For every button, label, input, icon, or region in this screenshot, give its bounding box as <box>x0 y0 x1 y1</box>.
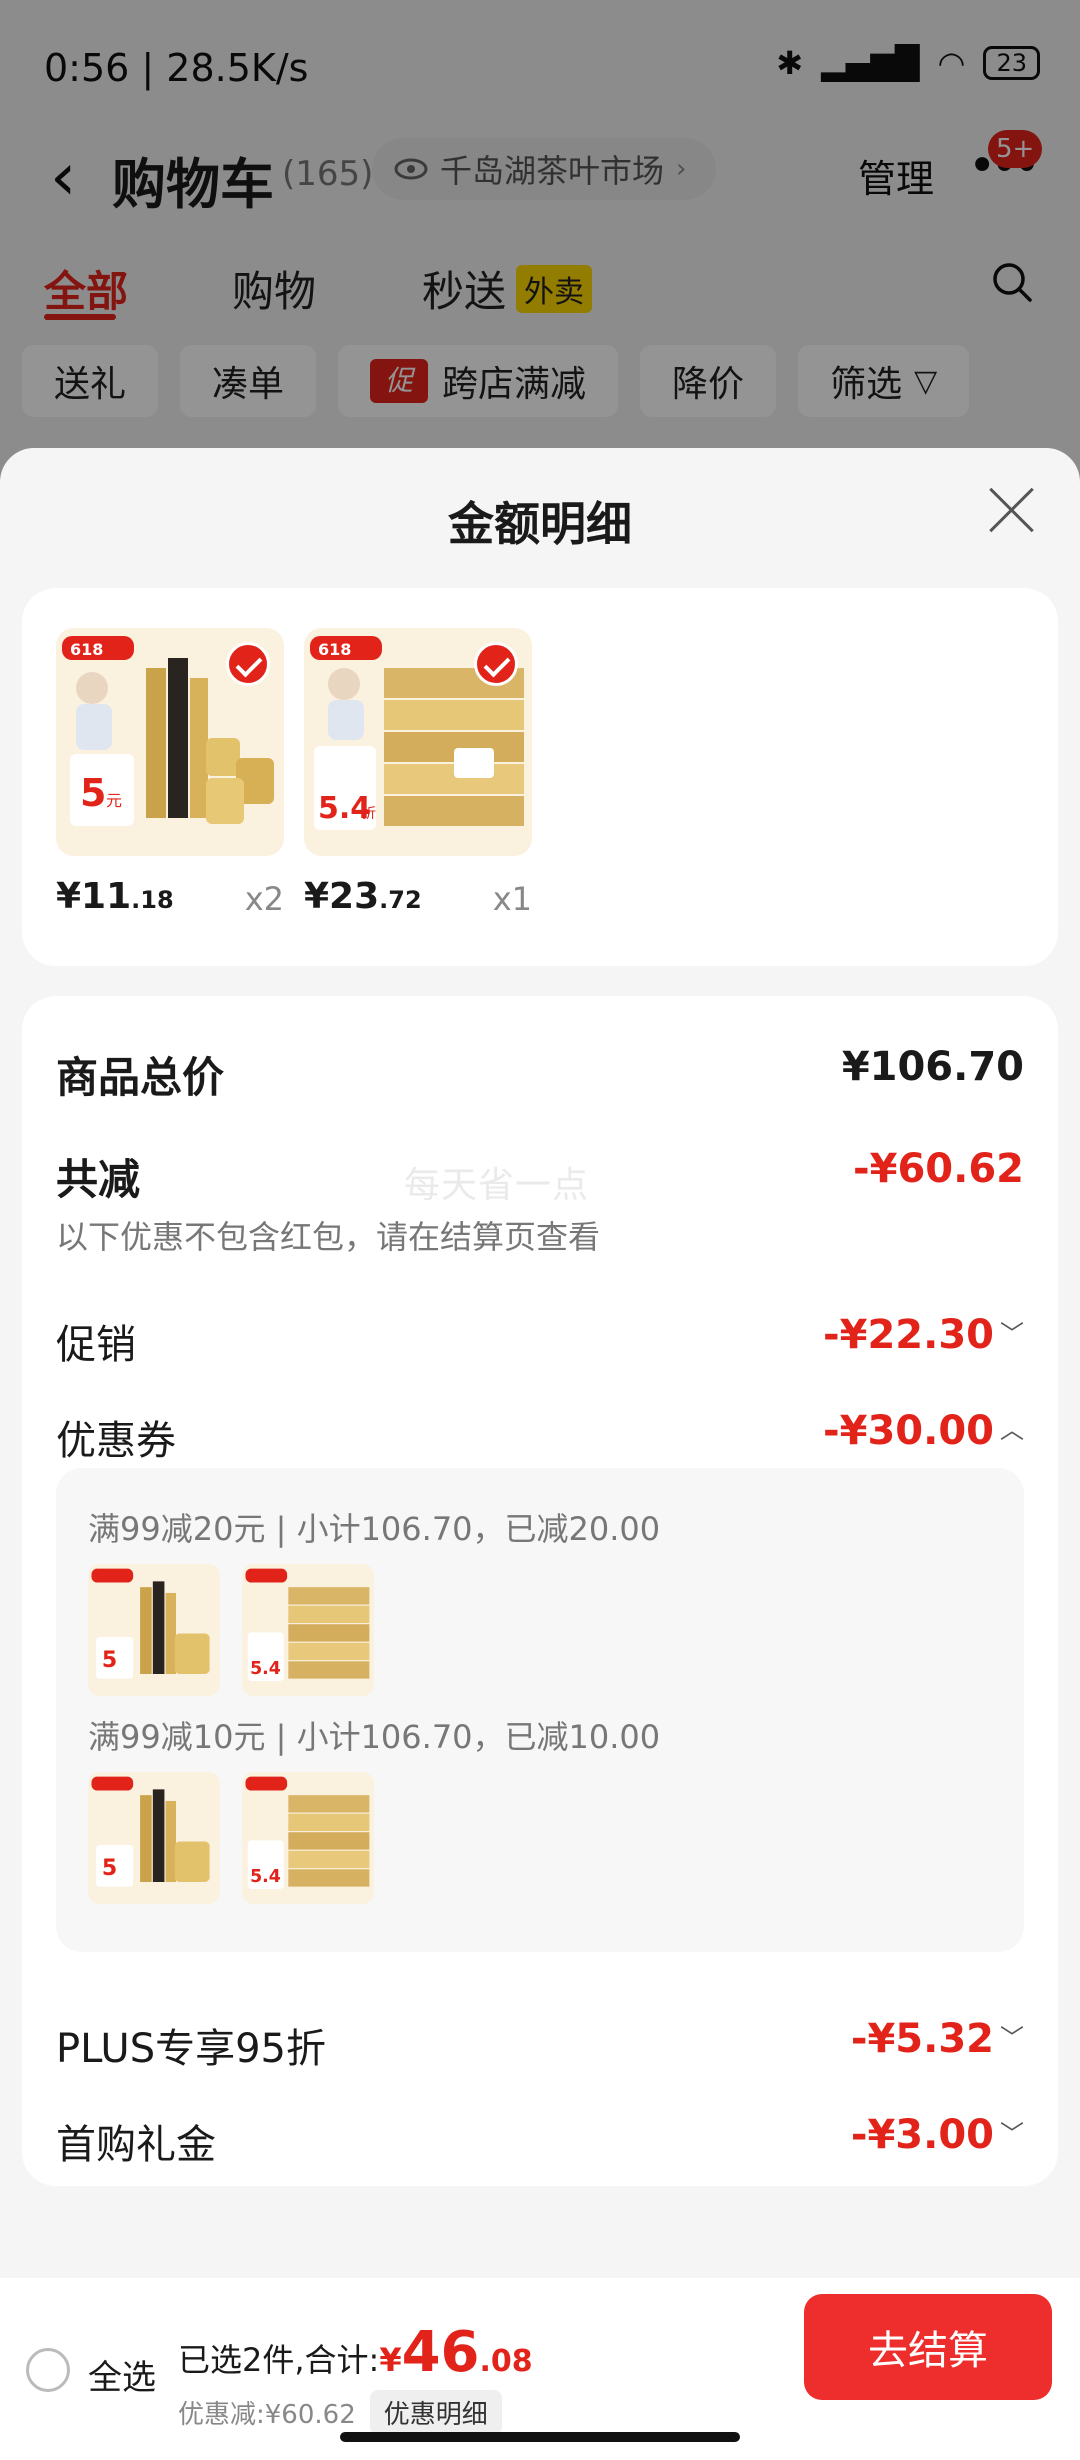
first-purchase-amount: -¥3.00 <box>850 2112 994 2158</box>
price-tag-value: 5 <box>102 1856 117 1881</box>
total-reduction-value: -¥60.62 <box>853 1146 1024 1192</box>
coupon-group-items: 5 5.4 <box>88 1564 374 1696</box>
coupon-value: -¥30.00 ︿ <box>823 1408 1024 1454</box>
price-decimal: .18 <box>131 886 174 914</box>
coupon-detail-box: 满99减20元 | 小计106.70，已减20.00 5 5.4 满99减10元… <box>56 1468 1024 1952</box>
price-tag-unit: 折 <box>362 806 376 822</box>
price-tag-value: 5 <box>80 771 106 815</box>
price-integer: ¥23 <box>304 876 380 917</box>
sheet-title: 金额明细 <box>448 497 632 551</box>
checkout-button[interactable]: 去结算 <box>804 2294 1052 2400</box>
selected-check-icon[interactable] <box>226 642 270 686</box>
goods-quantity: x2 <box>244 880 284 918</box>
currency-symbol: ¥ <box>379 2341 402 2379</box>
chevron-up-icon: ︿ <box>1000 1416 1024 1444</box>
paper-rolls-image: 5 <box>88 1564 220 1696</box>
selected-count-text: 已选2件,合计: <box>178 2341 380 2379</box>
total-decimal: .08 <box>479 2344 533 2379</box>
promotion-amount: -¥22.30 <box>823 1312 994 1358</box>
first-purchase-label: 首购礼金 <box>56 2122 216 2168</box>
chevron-down-icon: ﹀ <box>1000 2024 1024 2052</box>
coupon-group-items: 5 5.4 <box>88 1772 374 1904</box>
goods-price: ¥11.18 <box>56 876 174 917</box>
goods-total-value: ¥106.70 <box>841 1044 1024 1090</box>
promo-badge: 618 <box>318 640 351 659</box>
goods-item[interactable]: 618 5 元 ¥11.18 x2 <box>56 628 284 918</box>
price-detail-card: 商品总价 ¥106.70 每天省一点 共减 -¥60.62 以下优惠不包含红包，… <box>22 996 1058 2186</box>
total-summary: 已选2件,合计:¥46.08 <box>178 2320 533 2385</box>
first-purchase-value: -¥3.00 ﹀ <box>851 2112 1024 2158</box>
product-thumbnail[interactable]: 618 5.4 折 <box>304 628 532 856</box>
discount-detail-button[interactable]: 优惠明细 <box>369 2390 502 2435</box>
goods-item[interactable]: 618 5.4 折 ¥23.72 x1 <box>304 628 532 918</box>
coupon-amount: -¥30.00 <box>823 1408 994 1454</box>
paper-rolls-image: 5 <box>88 1772 220 1904</box>
price-tag-value: 5.4 <box>250 1867 281 1887</box>
coupon-product-thumbnail[interactable]: 5 <box>88 1772 220 1904</box>
plus-discount-amount: -¥5.32 <box>850 2016 994 2062</box>
price-tag-unit: 元 <box>106 791 122 810</box>
goods-total-label: 商品总价 <box>56 1053 225 1102</box>
selected-goods-card: 618 5 元 ¥11.18 x2 618 5.4 折 ¥23.72 x1 <box>22 588 1058 966</box>
product-thumbnail[interactable]: 618 5 元 <box>56 628 284 856</box>
discount-text: 优惠减:¥60.62 <box>178 2400 356 2430</box>
watermark-text: 每天省一点 <box>404 1165 590 1206</box>
reduction-note: 以下优惠不包含红包，请在结算页查看 <box>56 1218 601 1256</box>
price-tag-value: 5 <box>102 1648 117 1673</box>
promo-badge: 618 <box>70 640 103 659</box>
amount-detail-sheet: 金额明细 618 5 元 ¥11.18 x2 618 5.4 折 ¥23.72 … <box>0 448 1080 2460</box>
total-integer: 46 <box>401 2320 480 2385</box>
coupon-product-thumbnail[interactable]: 5.4 <box>242 1564 374 1696</box>
chevron-down-icon: ﹀ <box>1000 1320 1024 1348</box>
total-reduction-label: 共减 <box>56 1155 141 1204</box>
price-decimal: .72 <box>379 886 422 914</box>
price-tag-value: 5.4 <box>250 1659 281 1679</box>
plus-discount-label: PLUS专享95折 <box>56 2026 326 2072</box>
tissue-boxes-image: 5.4 <box>242 1772 374 1904</box>
close-icon[interactable] <box>986 484 1038 536</box>
coupon-label: 优惠券 <box>56 1418 176 1464</box>
goods-price: ¥23.72 <box>304 876 422 917</box>
goods-quantity: x1 <box>492 880 532 918</box>
promotion-label: 促销 <box>56 1322 136 1368</box>
discount-summary: 优惠减:¥60.62 优惠明细 <box>178 2390 502 2435</box>
tissue-boxes-image: 5.4 <box>242 1564 374 1696</box>
coupon-product-thumbnail[interactable]: 5 <box>88 1564 220 1696</box>
coupon-group-title: 满99减10元 | 小计106.70，已减10.00 <box>88 1718 661 1756</box>
select-all-checkbox[interactable] <box>26 2348 70 2392</box>
coupon-product-thumbnail[interactable]: 5.4 <box>242 1772 374 1904</box>
promotion-value: -¥22.30 ﹀ <box>823 1312 1024 1358</box>
home-indicator[interactable] <box>340 2432 740 2442</box>
price-integer: ¥11 <box>56 876 132 917</box>
select-all-label[interactable]: 全选 <box>88 2350 156 2399</box>
selected-check-icon[interactable] <box>474 642 518 686</box>
chevron-down-icon: ﹀ <box>1000 2120 1024 2148</box>
coupon-group-title: 满99减20元 | 小计106.70，已减20.00 <box>88 1510 661 1548</box>
plus-discount-value: -¥5.32 ﹀ <box>851 2016 1024 2062</box>
